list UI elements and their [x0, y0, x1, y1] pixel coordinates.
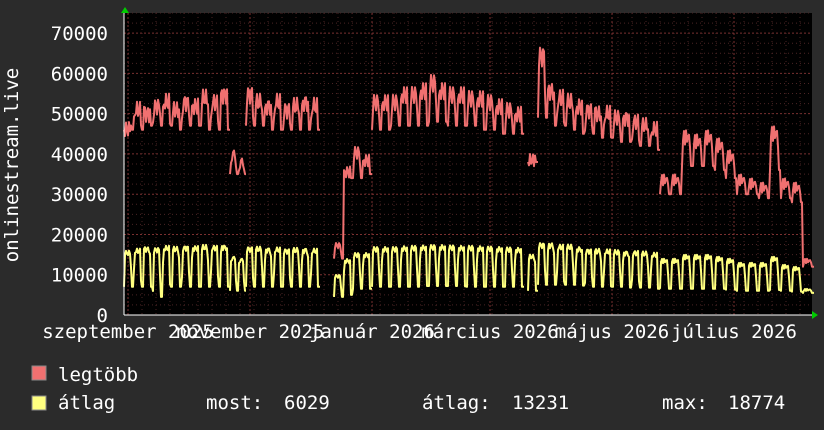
stat-avg-value: 13231 — [512, 392, 569, 414]
y-axis-arrow-icon — [121, 7, 129, 13]
x-tick-label: május 2026 — [555, 321, 669, 343]
stat-max-value: 18774 — [728, 392, 785, 414]
x-tick-labels: szeptember 2025november 2025január 2026m… — [42, 321, 797, 343]
x-tick-label: november 2025 — [176, 321, 325, 343]
y-tick-label: 50000 — [51, 104, 108, 126]
y-tick-label: 70000 — [51, 23, 108, 45]
legend-label-legtobb: legtöbb — [58, 364, 138, 386]
x-tick-label: július 2026 — [671, 321, 797, 343]
x-tick-label: március 2026 — [421, 321, 558, 343]
y-tick-label: 20000 — [51, 224, 108, 246]
legend: legtöbb átlag most: 6029 átlag: 13231 ma… — [31, 364, 785, 414]
line-chart: 010000200003000040000500006000070000 sze… — [1, 7, 818, 414]
y-tick-label: 30000 — [51, 184, 108, 206]
y-tick-label: 10000 — [51, 265, 108, 287]
stat-now-label: most: — [206, 392, 263, 414]
stat-avg-label: átlag: — [422, 392, 491, 414]
y-tick-label: 60000 — [51, 63, 108, 85]
legend-swatch-legtobb — [31, 365, 47, 381]
stat-max-label: max: — [662, 392, 708, 414]
stat-now-value: 6029 — [284, 392, 330, 414]
x-tick-label: január 2026 — [309, 321, 435, 343]
legend-label-atlag: átlag — [58, 392, 115, 414]
y-tick-label: 40000 — [51, 144, 108, 166]
x-axis-arrow-icon — [812, 311, 818, 319]
y-tick-labels: 010000200003000040000500006000070000 — [51, 23, 108, 327]
y-axis-label: onlinestream.live — [1, 68, 23, 262]
legend-swatch-atlag — [31, 395, 47, 411]
